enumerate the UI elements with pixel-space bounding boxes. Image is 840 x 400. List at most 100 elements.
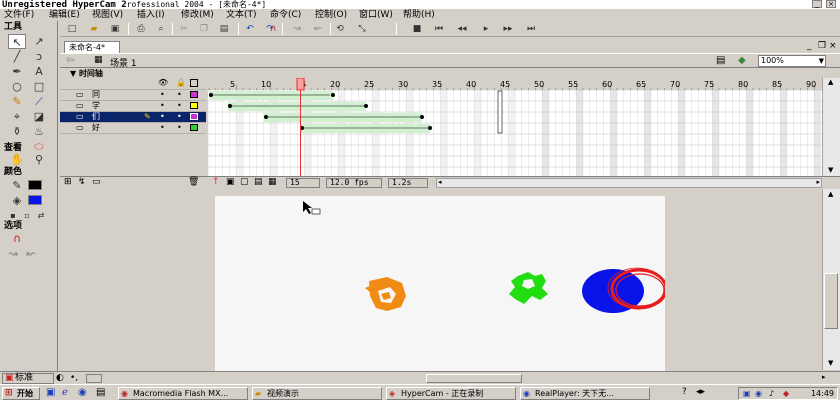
- taskbar-flash[interactable]: ◉ Macromedia Flash MX...: [118, 387, 248, 400]
- layer-row[interactable]: ▭ 好 • •: [60, 123, 206, 134]
- timeline-frames[interactable]: 5 10 15 20 25 30 35 40 45 50 55 60 65 70…: [208, 77, 822, 176]
- onion-outline-icon[interactable]: ▢: [240, 177, 249, 187]
- zoom-select[interactable]: 100% ▼: [758, 55, 826, 67]
- doc-restore-icon[interactable]: ❐: [818, 41, 826, 51]
- open-file-icon[interactable]: ▰: [88, 23, 100, 35]
- stage-hscroll-thumb[interactable]: [426, 374, 522, 383]
- scroll-left-icon[interactable]: ◂: [438, 178, 442, 186]
- bottom-hscroll[interactable]: ▣ 标准 ◐ •, ▸: [0, 371, 840, 384]
- print-icon[interactable]: ⎙: [135, 23, 147, 35]
- document-tab[interactable]: 未命名-4*: [64, 41, 120, 53]
- menu-text[interactable]: 文本(T): [226, 9, 257, 21]
- network-icon[interactable]: ▣: [743, 388, 751, 399]
- rewind-icon[interactable]: ⏮: [433, 23, 445, 35]
- start-button[interactable]: ⊞ 开始: [2, 387, 40, 400]
- menu-commands[interactable]: 命令(C): [270, 9, 301, 21]
- arrow-tool-icon[interactable]: ↖: [8, 34, 26, 49]
- stage-vscroll-thumb[interactable]: [824, 273, 838, 329]
- pencil-tool-icon[interactable]: ✎: [8, 94, 26, 109]
- menu-control[interactable]: 控制(O): [315, 9, 347, 21]
- menu-edit[interactable]: 编辑(E): [49, 9, 80, 21]
- play-icon[interactable]: ▸: [480, 23, 492, 35]
- line-tool-icon[interactable]: ╱: [8, 49, 26, 64]
- save-file-icon[interactable]: ▣: [109, 23, 121, 35]
- scroll-right-icon[interactable]: ▸: [822, 373, 826, 381]
- fill-transform-tool-icon[interactable]: ◪: [30, 109, 48, 124]
- stage-vscroll[interactable]: ▲ ▼: [822, 189, 840, 370]
- orange-shape[interactable]: [365, 277, 406, 311]
- soft-keyboard-icon[interactable]: [86, 374, 102, 383]
- edit-symbol-icon[interactable]: ◆: [738, 55, 746, 66]
- scroll-down-icon[interactable]: ▼: [828, 166, 833, 174]
- ime-indicator[interactable]: ▣ 标准: [2, 373, 54, 384]
- smooth-option-icon[interactable]: ↝: [4, 246, 22, 261]
- doc-close-icon[interactable]: ×: [829, 41, 837, 51]
- straighten-option-icon[interactable]: ↜: [22, 246, 40, 261]
- tween-span[interactable]: [228, 102, 366, 111]
- work-area[interactable]: [60, 189, 822, 400]
- fill-color-icon[interactable]: ◈: [8, 193, 26, 208]
- undo-icon[interactable]: ↶: [244, 23, 256, 35]
- green-shape[interactable]: [509, 272, 548, 304]
- trash-icon[interactable]: 🗑: [188, 177, 199, 187]
- desktop-icon[interactable]: ▣: [46, 387, 55, 398]
- tween-span[interactable]: [264, 113, 422, 122]
- scroll-up-icon[interactable]: ▲: [828, 190, 833, 198]
- punctuation-icon[interactable]: •,: [70, 373, 78, 383]
- cut-icon[interactable]: ✂: [178, 23, 190, 35]
- outline-icon[interactable]: [190, 79, 198, 87]
- help-icon[interactable]: ?: [682, 387, 687, 397]
- snap-magnet-icon[interactable]: ∩: [267, 23, 279, 35]
- taskbar-hypercam[interactable]: ◈ HyperCam - 正在录制: [386, 387, 516, 400]
- scroll-right-icon[interactable]: ▸: [816, 178, 820, 186]
- print-preview-icon[interactable]: ⌕: [155, 23, 167, 35]
- menu-insert[interactable]: 插入(I): [137, 9, 165, 21]
- fill-color-swatch[interactable]: [28, 195, 42, 205]
- pen-tool-icon[interactable]: ✒: [8, 64, 26, 79]
- stage-canvas[interactable]: [215, 196, 668, 400]
- minimize-icon[interactable]: _: [812, 0, 822, 8]
- ink-bottle-tool-icon[interactable]: ⚱: [8, 124, 26, 139]
- tween-span[interactable]: [209, 91, 333, 100]
- stop-icon[interactable]: ■: [411, 23, 423, 35]
- quicklaunch-folder-icon[interactable]: ▤: [96, 387, 105, 398]
- edit-scene-icon[interactable]: ▤: [716, 55, 725, 66]
- step-forward-icon[interactable]: ▸▸: [502, 23, 514, 35]
- timeline-hscroll[interactable]: ◂ ▸: [436, 178, 822, 188]
- close-icon[interactable]: ×: [826, 0, 836, 8]
- add-layer-icon[interactable]: ⊞: [64, 177, 72, 187]
- stroke-color-icon[interactable]: ✎: [8, 178, 26, 193]
- scroll-down-icon[interactable]: ▼: [828, 359, 833, 367]
- stroke-color-swatch[interactable]: [28, 180, 42, 190]
- ie-icon[interactable]: ℯ: [62, 387, 68, 398]
- playhead-handle[interactable]: [296, 77, 305, 91]
- lock-icon[interactable]: 🔒: [176, 78, 186, 88]
- paint-bucket-tool-icon[interactable]: ♨: [30, 124, 48, 139]
- half-width-icon[interactable]: ◐: [56, 373, 64, 383]
- zoom-tool-icon[interactable]: ⚲: [30, 152, 48, 167]
- timeline-vscroll[interactable]: ▲ ▼: [822, 78, 840, 176]
- brush-tool-icon[interactable]: ⟋: [30, 94, 48, 109]
- fast-forward-icon[interactable]: ⏭: [525, 23, 537, 35]
- quicklaunch-icon[interactable]: ◉: [78, 387, 87, 398]
- rotate-icon[interactable]: ⟲: [334, 23, 346, 35]
- layer-row-selected[interactable]: ▭ 们 ✎ • •: [60, 112, 206, 123]
- text-tool-icon[interactable]: A: [30, 64, 48, 79]
- layer-row[interactable]: ▭ 同 • •: [60, 90, 206, 101]
- taskbar-folder[interactable]: ▰ 视频演示: [252, 387, 382, 400]
- scale-icon[interactable]: ⤡: [356, 23, 368, 35]
- menu-view[interactable]: 视图(V): [92, 9, 123, 21]
- paste-icon[interactable]: ▤: [218, 23, 230, 35]
- copy-icon[interactable]: ❐: [198, 23, 210, 35]
- stage[interactable]: [215, 196, 668, 400]
- antivirus-icon[interactable]: ◆: [783, 388, 789, 399]
- new-file-icon[interactable]: □: [66, 23, 78, 35]
- rectangle-tool-icon[interactable]: □: [30, 79, 48, 94]
- menu-help[interactable]: 帮助(H): [403, 9, 435, 21]
- ime-tray-icon[interactable]: ◉: [755, 388, 762, 399]
- eye-icon[interactable]: 👁: [158, 78, 168, 88]
- doc-minimize-icon[interactable]: _: [807, 41, 812, 51]
- hand-tool-icon[interactable]: ✋: [8, 152, 26, 167]
- timeline-header[interactable]: ▼ 时间轴: [60, 69, 840, 78]
- layer-row[interactable]: ▭ 学 • •: [60, 101, 206, 112]
